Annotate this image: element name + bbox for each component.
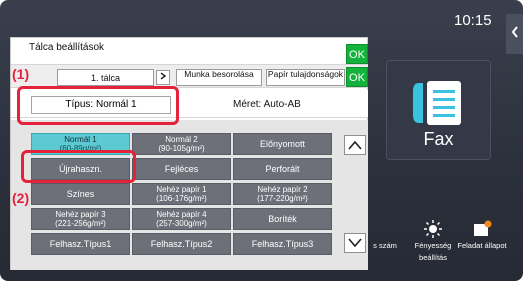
size-field: Méret: Auto-AB [233,99,301,110]
next-page-arrow[interactable] [506,14,523,54]
ok-button-secondary[interactable]: OK [346,67,368,87]
tab-job-classification[interactable]: Munka besorolása [176,69,262,86]
chevron-right-icon [160,72,167,80]
tab-tray-1[interactable]: 1. tálca [57,69,154,86]
callout-box-2 [21,150,136,183]
cell-subline: (257-300g/m²) [156,219,207,228]
paper-type-perforated[interactable]: Perforált [233,158,332,180]
cell-line: Nehéz papír 2 [257,185,308,194]
job-status-icon [452,220,512,238]
tab-scroll-arrow[interactable] [156,70,170,85]
chevron-down-icon [348,238,362,248]
cell-line: Nehéz papír 4 [156,210,207,219]
bottom-label-2: Fényesség beállítás [414,241,452,262]
paper-type-letterhead[interactable]: Fejléces [132,158,231,180]
cell-line: Nehéz papír 3 [55,210,106,219]
cell-line: Nehéz papír 1 [156,185,207,194]
chevron-left-icon [511,26,518,38]
chevron-up-icon [348,140,362,150]
paper-type-heavy-1[interactable]: Nehéz papír 1 (106-176g/m²) [132,183,231,205]
cell-subline: (106-176g/m²) [156,194,207,203]
callout-box-1 [17,86,179,125]
tab-paper-properties[interactable]: Papír tulajdonságok [266,69,345,86]
tab-bar: 1. tálca Munka besorolása Papír tulajdon… [11,64,368,88]
fax-tile[interactable]: Fax [386,60,491,160]
tab-job-classification-label: Munka besorolása [184,69,254,79]
callout-label-1: (1) [12,66,30,82]
paper-type-user-2[interactable]: Felhasz.Típus2 [132,233,231,255]
cell-subline: (221-256g/m²) [55,219,106,228]
cell-subline: (177-220g/m²) [257,194,308,203]
paper-type-user-3[interactable]: Felhasz.Típus3 [233,233,332,255]
paper-type-preprinted[interactable]: Előnyomott [233,133,332,155]
scroll-down-button[interactable] [344,233,366,253]
scroll-up-button[interactable] [344,135,366,155]
bottom-label-1: s szám [373,241,397,250]
paper-type-grid: Normál 1 (60-89g/m²) Normál 2 (90-105g/m²)… [11,120,368,270]
paper-type-normal-2[interactable]: Normál 2 (90-105g/m²) [132,133,231,155]
dialog-title: Tálca beállítások [29,42,105,53]
paper-type-heavy-2[interactable]: Nehéz papír 2 (177-220g/m²) [233,183,332,205]
callout-label-2: (2) [12,190,30,206]
paper-type-envelope[interactable]: Boríték [233,208,332,230]
paper-type-heavy-3[interactable]: Nehéz papír 3 (221-256g/m²) [31,208,130,230]
paper-type-color[interactable]: Színes [31,183,130,205]
tab-paper-properties-label: Papír tulajdonságok [267,69,344,79]
job-status-shortcut[interactable]: Feladat állapot [452,220,512,252]
ok-button[interactable]: OK [346,44,368,64]
paper-type-heavy-4[interactable]: Nehéz papír 4 (257-300g/m²) [132,208,231,230]
fax-icon [413,81,461,125]
bottom-label-3: Feladat állapot [457,241,507,250]
fax-label: Fax [423,129,454,149]
paper-type-user-1[interactable]: Felhasz.Típus1 [31,233,130,255]
cell-subline: (90-105g/m²) [158,144,205,153]
clock: 10:15 [454,12,492,29]
cell-line: Normál 2 [165,135,198,144]
cell-line: Normál 1 [64,135,97,144]
